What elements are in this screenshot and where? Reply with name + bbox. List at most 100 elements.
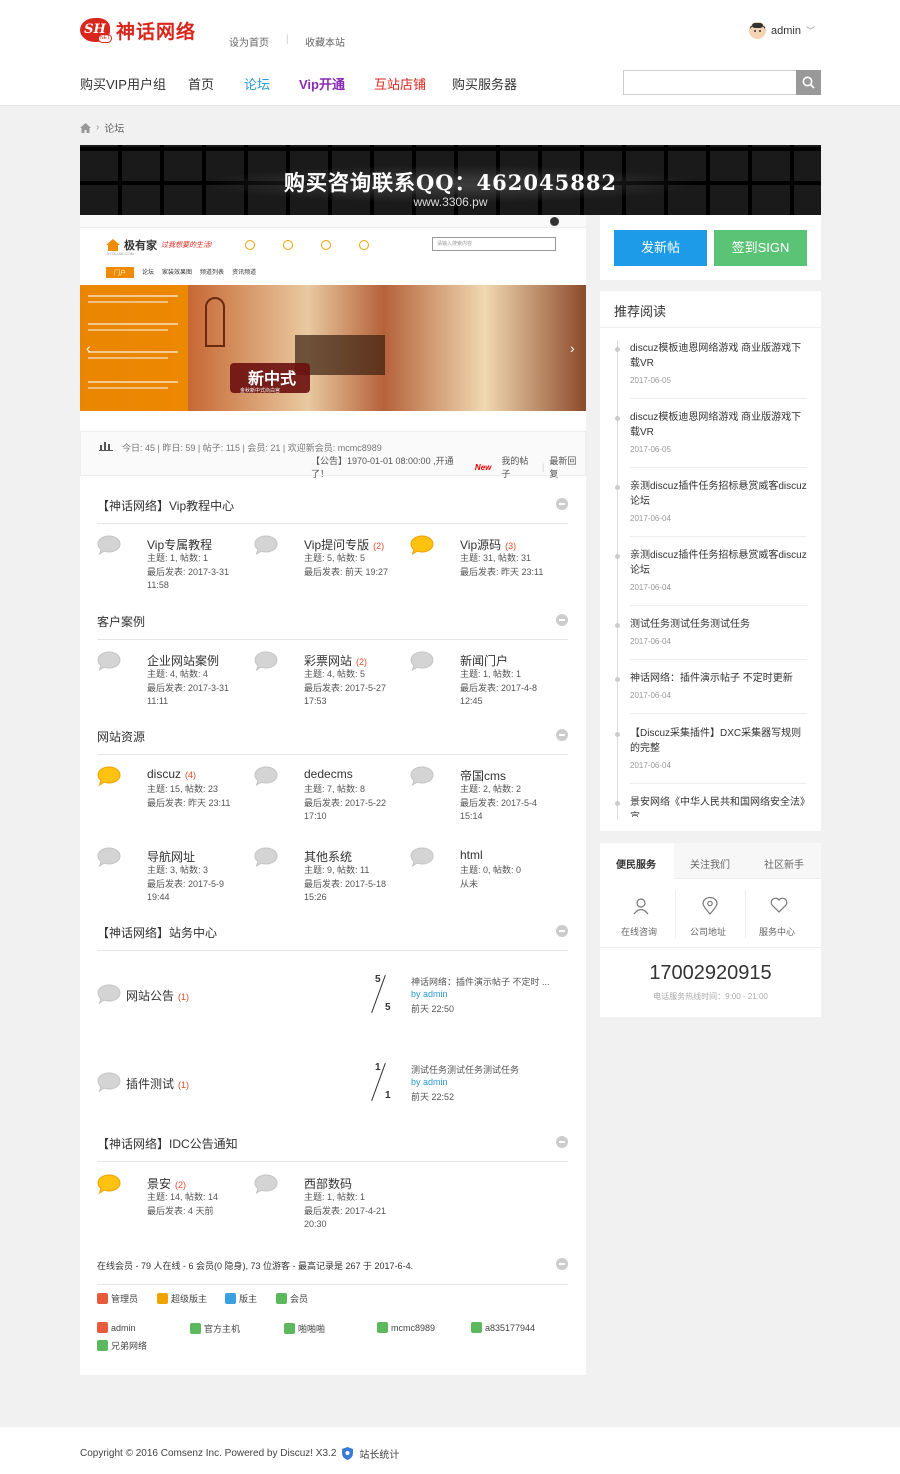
forum-name[interactable]: 帝国cms [460, 767, 506, 784]
forum-icon[interactable] [254, 651, 278, 672]
top-banner[interactable]: 购买咨询联系QQ：462045882 www.3306.pw [80, 145, 821, 215]
nav-home[interactable]: 首页 [188, 74, 214, 93]
forum-icon[interactable] [254, 535, 278, 556]
recommend-item[interactable]: discuz模板迪恩网络游戏 商业版游戏下载VR [630, 410, 808, 440]
forum-icon[interactable] [410, 651, 434, 672]
last-thread-author[interactable]: by admin [411, 1077, 448, 1087]
online-user[interactable]: mcmc8989 [377, 1322, 435, 1333]
last-thread-author[interactable]: by admin [411, 989, 448, 999]
collapse-icon[interactable] [556, 498, 568, 510]
nav-shop[interactable]: 互站店铺 [374, 74, 426, 93]
recommend-date: 2017-06-04 [630, 761, 671, 770]
service-center-label[interactable]: 服务中心 [759, 925, 795, 938]
nav-vip[interactable]: Vip开通 [299, 74, 345, 93]
forum-name[interactable]: 导航网址 [147, 848, 195, 865]
recommend-item[interactable]: 【Discuz采集插件】DXC采集器写规则的完整 [630, 726, 808, 756]
forum-stats: 今日: 45 | 昨日: 59 | 帖子: 115 | 会员: 21 | 欢迎新… [80, 431, 586, 479]
sign-in-button[interactable]: 签到SIGN [714, 230, 807, 266]
nav-forum[interactable]: 论坛 [244, 74, 270, 93]
new-post-button[interactable]: 发新帖 [614, 230, 707, 266]
forum-name[interactable]: 其他系统 [304, 848, 352, 865]
set-homepage-link[interactable]: 设为首页 [229, 34, 269, 49]
forum-name[interactable]: 企业网站案例 [147, 652, 219, 669]
recommend-item[interactable]: 测试任务测试任务测试任务 [630, 617, 808, 632]
online-user[interactable]: a835177944 [471, 1322, 535, 1333]
forum-new-icon[interactable] [97, 766, 121, 787]
bookmark-link[interactable]: 收藏本站 [305, 34, 345, 49]
notice-text[interactable]: 【公告】1970-01-01 08:00:00 ,开通了！ [311, 454, 470, 480]
nav-server[interactable]: 购买服务器 [452, 74, 517, 93]
recommend-item[interactable]: discuz模板迪恩网络游戏 商业版游戏下载VR [630, 341, 808, 371]
forum-name[interactable]: Vip专属教程 [147, 536, 212, 553]
recommend-divider [630, 536, 807, 537]
forum-name[interactable]: Vip提问专版 (2) [304, 536, 384, 553]
tab-follow[interactable]: 关注我们 [690, 856, 730, 871]
collapse-icon[interactable] [556, 614, 568, 626]
recommend-divider [630, 713, 807, 714]
forum-name[interactable]: dedecms [304, 767, 353, 781]
forum-icon[interactable] [97, 847, 121, 868]
online-user[interactable]: 啪啪啪 [284, 1322, 325, 1335]
slider-prev-icon[interactable]: ‹ [86, 340, 91, 356]
forum-name[interactable]: discuz (4) [147, 767, 196, 781]
forum-new-icon[interactable] [97, 1174, 121, 1195]
search-button[interactable] [796, 70, 821, 95]
service-address-label[interactable]: 公司地址 [690, 925, 726, 938]
recommend-date: 2017-06-04 [630, 583, 671, 592]
logo-text[interactable]: 神话网络 [116, 17, 196, 44]
forum-icon[interactable] [97, 1072, 121, 1093]
forum-icon[interactable] [97, 651, 121, 672]
tab-service[interactable]: 便民服务 [616, 856, 656, 871]
slider-preview[interactable]: 极有家 过我想要的生活! JIYOUJIA.COM 请输入搜索内容 门户 论坛 … [80, 215, 586, 411]
last-thread-title[interactable]: 测试任务测试任务测试任务 [411, 1063, 519, 1076]
consult-icon[interactable] [632, 897, 650, 915]
forum-name[interactable]: html [460, 848, 483, 862]
collapse-icon[interactable] [556, 1136, 568, 1148]
collapse-icon[interactable] [556, 729, 568, 741]
forum-name[interactable]: Vip源码 (3) [460, 536, 516, 553]
latest-replies-link[interactable]: 最新回复 [549, 454, 585, 480]
forum-name[interactable]: 网站公告 (1) [126, 987, 189, 1004]
forum-name[interactable]: 景安 (2) [147, 1175, 186, 1192]
nav-buy-vip[interactable]: 购买VIP用户组 [80, 74, 166, 93]
admin-badge-icon [97, 1322, 108, 1333]
forum-icon[interactable] [97, 984, 121, 1005]
breadcrumb-separator: › [96, 122, 100, 133]
forum-name[interactable]: 新闻门户 [460, 652, 508, 669]
online-user[interactable]: 兄弟网络 [97, 1339, 147, 1352]
online-collapse-icon[interactable] [556, 1258, 568, 1270]
search-input[interactable] [623, 70, 797, 95]
forum-name[interactable]: 插件测试 (1) [126, 1075, 189, 1092]
forum-icon[interactable] [97, 535, 121, 556]
forum-icon[interactable] [410, 847, 434, 868]
collapse-icon[interactable] [556, 925, 568, 937]
slider-next-icon[interactable]: › [570, 340, 575, 356]
online-user[interactable]: admin [97, 1322, 136, 1333]
home-icon[interactable] [80, 122, 91, 133]
recommend-item[interactable]: 亲测discuz插件任务招标悬赏威客discuz论坛 [630, 548, 808, 578]
forum-icon[interactable] [254, 766, 278, 787]
member-badge-icon [377, 1322, 388, 1333]
breadcrumb-current[interactable]: 论坛 [104, 120, 124, 135]
service-consult-label[interactable]: 在线咨询 [621, 925, 657, 938]
forum-new-icon[interactable] [410, 535, 434, 556]
my-posts-link[interactable]: 我的帖子 [501, 454, 537, 480]
recommend-timeline [617, 340, 618, 820]
tab-newbie[interactable]: 社区新手 [764, 856, 804, 871]
forum-icon[interactable] [410, 766, 434, 787]
recommend-title: 推荐阅读 [614, 304, 667, 319]
recommend-item[interactable]: 景安网络《中华人民共和国网络安全法》宣 [630, 795, 808, 817]
last-thread-title[interactable]: 神话网络：插件演示帖子 不定时 ... [411, 975, 550, 988]
forum-icon[interactable] [254, 847, 278, 868]
forum-name[interactable]: 彩票网站 (2) [304, 652, 367, 669]
service-hours: 电话服务热线时间：9:00 - 21:00 [653, 992, 768, 1001]
site-stats-link[interactable]: 站长统计 [359, 1446, 399, 1461]
recommend-item[interactable]: 亲测discuz插件任务招标悬赏威客discuz论坛 [630, 479, 808, 509]
recommend-item[interactable]: 神话网络：插件演示帖子 不定时更新 [630, 671, 808, 686]
online-user[interactable]: 官方主机 [190, 1322, 240, 1335]
forum-icon[interactable] [254, 1174, 278, 1195]
forum-name[interactable]: 西部数码 [304, 1175, 352, 1192]
heart-icon[interactable] [770, 897, 788, 913]
user-menu[interactable]: admin ﹀ [749, 22, 815, 39]
location-icon[interactable] [702, 897, 718, 915]
